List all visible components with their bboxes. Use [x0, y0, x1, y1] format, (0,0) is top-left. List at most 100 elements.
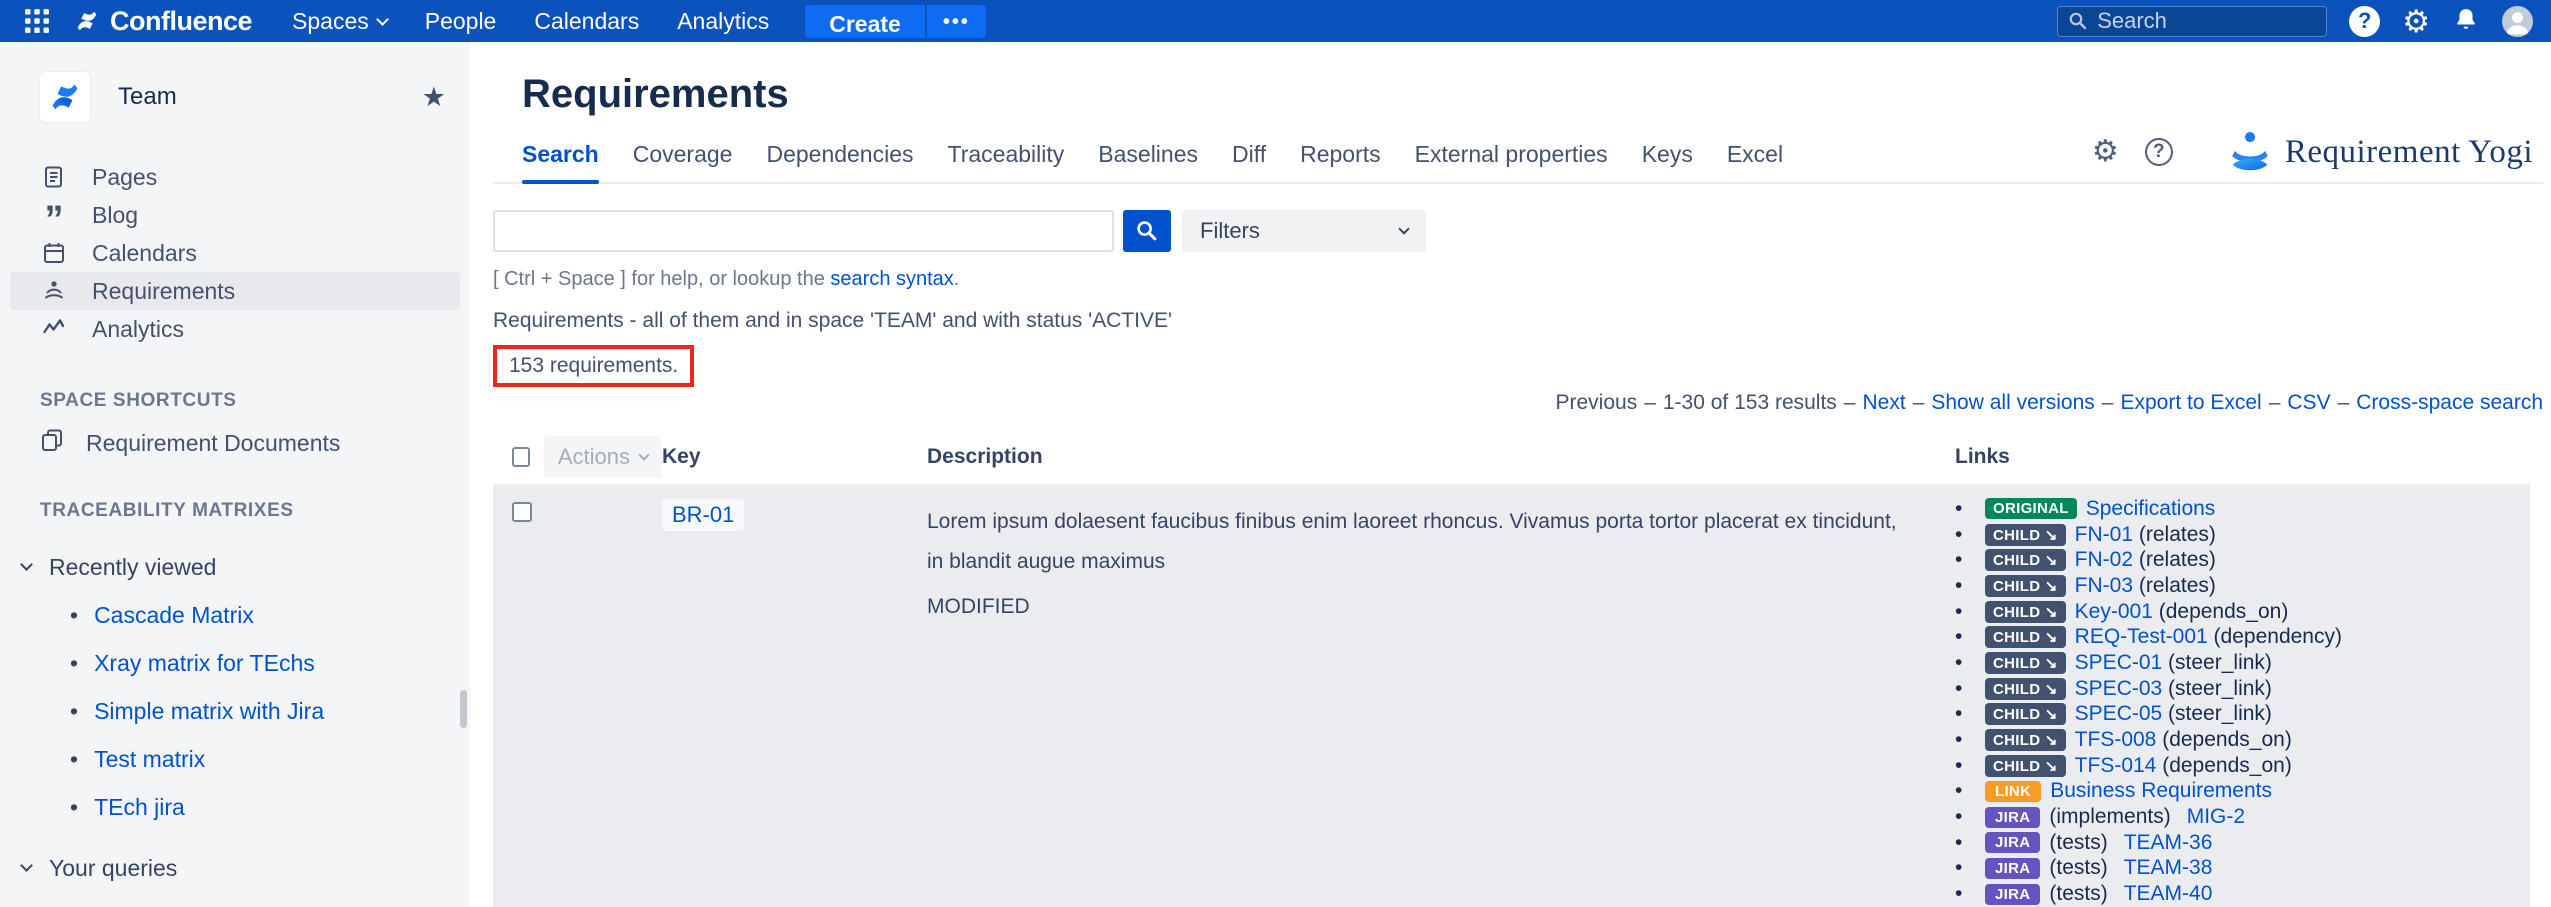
requirement-link[interactable]: Business Requirements	[2050, 779, 2272, 803]
pagination-link[interactable]: Cross-space search	[2356, 391, 2543, 414]
requirement-link[interactable]: TEAM-36	[2124, 831, 2213, 855]
bullet: •	[1955, 882, 1985, 906]
sidebar-item-calendars[interactable]: Calendars	[0, 234, 470, 272]
requirement-link[interactable]: FN-03	[2075, 574, 2133, 598]
confluence-logo[interactable]: Confluence	[72, 6, 252, 37]
sidebar-item-pages[interactable]: Pages	[0, 158, 470, 196]
more-actions-button[interactable]: •••	[927, 5, 986, 38]
bullet: •	[1955, 805, 1985, 829]
recently-viewed-toggle[interactable]: Recently viewed	[0, 554, 470, 581]
requirement-link[interactable]: Specifications	[2086, 497, 2216, 521]
pagination-link[interactable]: Export to Excel	[2120, 391, 2261, 414]
bullet: •	[1955, 728, 1985, 752]
user-avatar[interactable]	[2502, 6, 2533, 37]
nav-people[interactable]: People	[425, 8, 497, 35]
link-item: • CHILD ↘ Key-001 (depends_on)	[1955, 599, 2530, 625]
pagination-link[interactable]: CSV	[2287, 391, 2330, 414]
notifications-bell-icon[interactable]	[2452, 5, 2480, 38]
link-type-badge: CHILD ↘	[1985, 626, 2066, 648]
pagination-link[interactable]: Next	[1863, 391, 1906, 414]
top-navigation: Spaces People Calendars Analytics	[292, 8, 769, 35]
bullet: •	[1955, 754, 1985, 778]
gear-icon[interactable]: ⚙	[2092, 137, 2119, 167]
requirement-link[interactable]: TFS-014	[2075, 754, 2157, 778]
link-type-badge: CHILD ↘	[1985, 524, 2066, 546]
bullet: •	[1955, 523, 1985, 547]
matrix-link[interactable]: Test matrix	[94, 746, 205, 773]
main-content: Requirements Search Coverage Dependencie…	[470, 42, 2551, 907]
matrix-link[interactable]: Cascade Matrix	[94, 602, 254, 629]
global-search[interactable]	[2057, 6, 2327, 37]
app-switcher-icon[interactable]	[24, 8, 50, 34]
matrix-link[interactable]: TEch jira	[94, 794, 185, 821]
pagination-link[interactable]: Show all versions	[1931, 391, 2094, 414]
sidebar-scrollbar[interactable]	[460, 690, 467, 728]
tab[interactable]: Search	[522, 141, 599, 182]
link-type-badge: CHILD ↘	[1985, 703, 2066, 725]
requirement-link[interactable]: TEAM-40	[2124, 882, 2213, 906]
confluence-logo-text: Confluence	[110, 6, 252, 37]
tabs: Search Coverage Dependencies Traceabilit…	[522, 141, 1783, 182]
link-item: • JIRA (tests) TEAM-38	[1955, 856, 2530, 882]
row-checkbox[interactable]	[512, 502, 532, 522]
requirement-link[interactable]: SPEC-05	[2075, 702, 2163, 726]
search-button[interactable]	[1123, 210, 1171, 252]
requirement-link[interactable]: FN-01	[2075, 523, 2133, 547]
requirement-link[interactable]: MIG-2	[2187, 805, 2245, 829]
query-link[interactable]: Comments after review	[94, 903, 330, 907]
link-type-badge: JIRA	[1985, 858, 2040, 879]
requirement-link[interactable]: SPEC-03	[2075, 677, 2163, 701]
matrix-link[interactable]: Xray matrix for TEchs	[94, 650, 315, 677]
requirement-key-link[interactable]: BR-01	[662, 499, 744, 531]
requirement-search-input[interactable]	[493, 210, 1114, 252]
space-logo[interactable]	[40, 72, 90, 122]
tab[interactable]: External properties	[1415, 141, 1608, 182]
filters-dropdown[interactable]: Filters	[1182, 210, 1426, 252]
tab[interactable]: Traceability	[948, 141, 1065, 182]
sidebar-item-requirements[interactable]: Requirements	[10, 272, 460, 310]
row-select-cell	[493, 496, 662, 907]
link-item: • CHILD ↘ SPEC-01 (steer_link)	[1955, 650, 2530, 676]
requirement-link[interactable]: TEAM-38	[2124, 856, 2213, 880]
tab[interactable]: Dependencies	[766, 141, 913, 182]
search-syntax-link[interactable]: search syntax	[830, 268, 953, 290]
tab[interactable]: Excel	[1727, 141, 1783, 182]
sidebar-item-blog[interactable]: ” Blog	[0, 196, 470, 234]
space-name: Team	[118, 83, 177, 111]
nav-analytics[interactable]: Analytics	[677, 8, 769, 35]
favorite-star-icon[interactable]: ★	[422, 82, 446, 113]
key-cell: BR-01	[662, 496, 927, 907]
question-icon[interactable]: ?	[2145, 138, 2173, 166]
requirement-link[interactable]: FN-02	[2075, 548, 2133, 572]
search-icon	[2068, 11, 2088, 31]
matrix-link[interactable]: Simple matrix with Jira	[94, 698, 324, 725]
create-button[interactable]: Create	[805, 5, 925, 38]
tab[interactable]: Keys	[1642, 141, 1693, 182]
your-queries-toggle[interactable]: Your queries	[0, 855, 470, 882]
tab[interactable]: Baselines	[1098, 141, 1198, 182]
help-icon[interactable]: ?	[2349, 6, 2380, 37]
link-item: • CHILD ↘ SPEC-05 (steer_link)	[1955, 702, 2530, 728]
tab[interactable]: Coverage	[633, 141, 733, 182]
requirement-link[interactable]: TFS-008	[2075, 728, 2157, 752]
sidebar-item-requirement-documents[interactable]: Requirement Documents	[0, 428, 470, 458]
tab[interactable]: Diff	[1232, 141, 1266, 182]
link-item: • CHILD ↘ FN-01 (relates)	[1955, 522, 2530, 548]
pagination-links: –Next–Show all versions–Export to Excel–…	[1837, 391, 2543, 414]
link-item: • JIRA (tests) TEAM-40	[1955, 881, 2530, 907]
requirement-link[interactable]: Key-001	[2075, 600, 2153, 624]
requirement-link[interactable]: REQ-Test-001	[2075, 625, 2208, 649]
link-item: • CHILD ↘ FN-03 (relates)	[1955, 573, 2530, 599]
nav-calendars[interactable]: Calendars	[534, 8, 639, 35]
settings-gear-icon[interactable]: ⚙	[2402, 6, 2430, 37]
global-search-input[interactable]	[2097, 8, 2297, 34]
actions-button[interactable]: Actions	[544, 436, 662, 478]
select-all-checkbox[interactable]	[512, 447, 530, 467]
header-right-cluster: ? ⚙	[2057, 5, 2533, 38]
sidebar-item-analytics[interactable]: Analytics	[0, 310, 470, 348]
brand-name: Requirement Yogi	[2285, 134, 2533, 171]
table-header: Actions Key Description Links	[493, 429, 2530, 484]
tab[interactable]: Reports	[1300, 141, 1381, 182]
nav-spaces[interactable]: Spaces	[292, 8, 387, 35]
requirement-link[interactable]: SPEC-01	[2075, 651, 2163, 675]
